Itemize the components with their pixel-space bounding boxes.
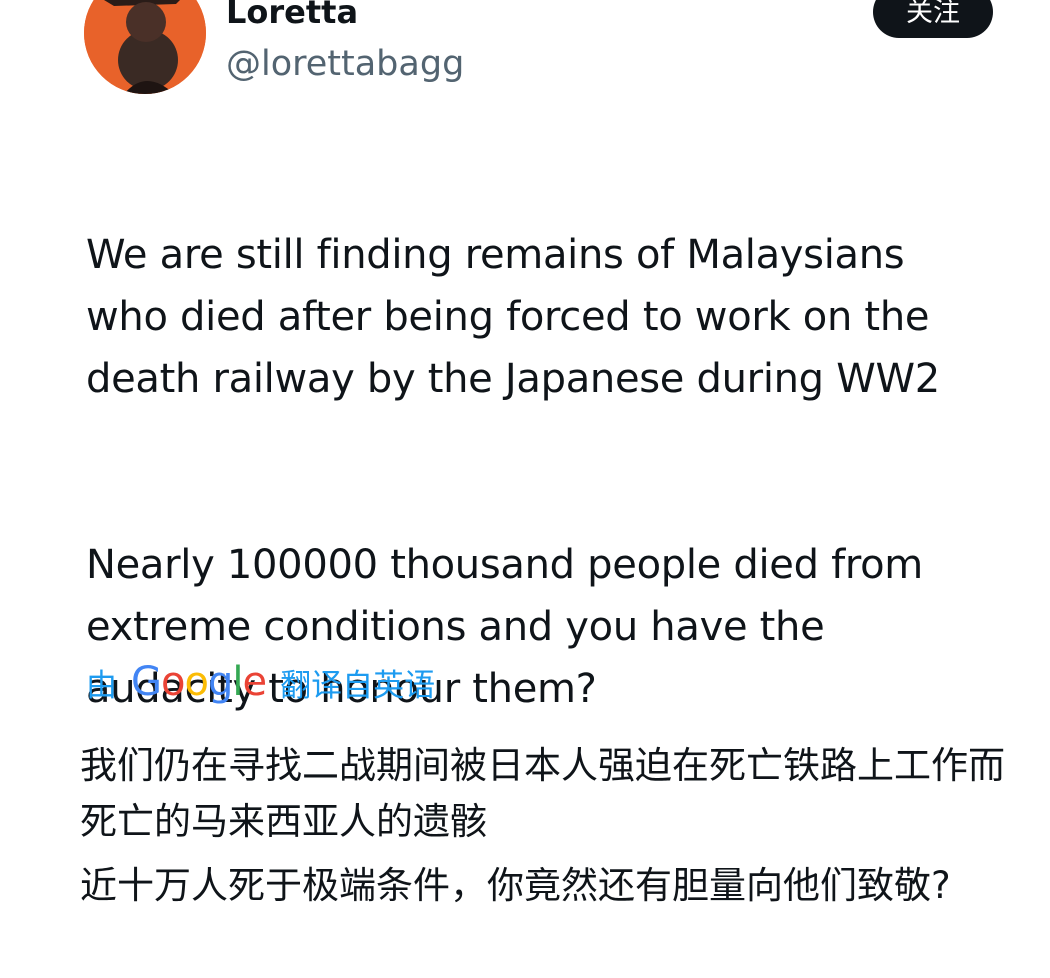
follow-button[interactable]: 关注 [873, 0, 993, 38]
google-logo-letter: G [131, 659, 162, 705]
google-logo-letter: g [207, 659, 233, 705]
google-logo-letter: o [161, 659, 186, 705]
google-logo: Google [131, 659, 267, 705]
translated-text: 我们仍在寻找二战期间被日本人强迫在死亡铁路上工作而死亡的马来西亚人的遗骸 近十万… [80, 738, 1020, 914]
avatar[interactable] [84, 0, 206, 94]
translated-paragraph: 近十万人死于极端条件，你竟然还有胆量向他们致敬? [80, 864, 951, 907]
translation-notice[interactable]: 由 Google 翻译自英语 [86, 654, 435, 710]
tweet-paragraph: We are still finding remains of Malaysia… [86, 232, 940, 402]
avatar-image [84, 0, 206, 94]
translated-paragraph: 我们仍在寻找二战期间被日本人强迫在死亡铁路上工作而死亡的马来西亚人的遗骸 [80, 744, 1005, 843]
google-logo-letters: Google [131, 659, 267, 705]
translation-suffix: 翻译自英语 [280, 667, 436, 704]
google-logo-letter: o [184, 659, 209, 705]
google-logo-letter: e [242, 659, 267, 705]
author-display-name[interactable]: Loretta [226, 0, 358, 32]
translation-prefix: 由 [86, 667, 117, 704]
google-logo-letter: l [232, 659, 243, 705]
author-handle[interactable]: @lorettabagg [226, 42, 464, 86]
